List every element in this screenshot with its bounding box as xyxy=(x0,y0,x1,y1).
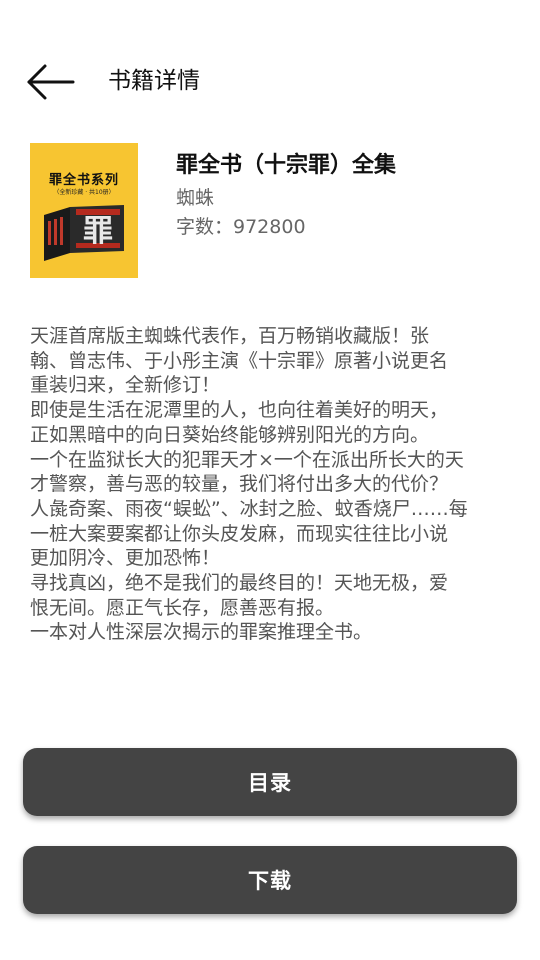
table-of-contents-button[interactable]: 目录 xyxy=(23,748,517,816)
description-line: 寻找真凶，绝不是我们的最终目的！天地无极，爱 xyxy=(30,572,449,595)
description-line: 一本对人性深层次揭示的罪案推理全书。 xyxy=(30,621,373,644)
description-line: 翰、曾志伟、于小彤主演《十宗罪》原著小说更名 xyxy=(30,349,449,372)
description-line: 天涯首席版主蜘蛛代表作，百万畅销收藏版！张 xyxy=(30,325,430,347)
book-detail-screen: 书籍详情 罪全书系列 （全新珍藏 · 共10册） 罪 罪全书（十宗罪）全集 蜘蛛… xyxy=(0,0,540,960)
page-title: 书籍详情 xyxy=(108,68,200,94)
description-line: 恨无间。愿正气长存，愿善恶有报。 xyxy=(30,596,335,619)
cover-series-title: 罪全书系列 xyxy=(48,173,119,188)
book-description: 天涯首席版主蜘蛛代表作，百万畅销收藏版！张 翰、曾志伟、于小彤主演《十宗罪》原著… xyxy=(30,324,508,645)
book-author: 蜘蛛 xyxy=(176,187,215,209)
back-button[interactable] xyxy=(18,58,82,106)
description-line: 正如黑暗中的向日葵始终能够辨别阳光的方向。 xyxy=(30,423,430,446)
app-header: 书籍详情 xyxy=(0,50,540,112)
description-line: 人彘奇案、雨夜“蜈蚣”、冰封之脸、蚊香烧尸……每 xyxy=(30,497,468,520)
description-line: 更加阴冷、更加恐怖！ xyxy=(30,547,221,570)
description-line: 一桩大案要案都让你头皮发麻，而现实往往比小说 xyxy=(30,522,449,545)
cover-big-char: 罪 xyxy=(83,214,113,249)
description-line: 一个在监狱长大的犯罪天才×一个在派出所长大的天 xyxy=(30,448,464,471)
cover-artwork: 罪 xyxy=(44,205,124,261)
download-button[interactable]: 下载 xyxy=(23,846,517,914)
book-word-count: 字数：972800 xyxy=(176,216,306,238)
description-line: 即使是生活在泥潭里的人，也向往着美好的明天， xyxy=(30,399,449,422)
description-line: 才警察，善与恶的较量，我们将付出多大的代价？ xyxy=(30,473,449,496)
arrow-left-icon xyxy=(27,64,75,100)
book-cover[interactable]: 罪全书系列 （全新珍藏 · 共10册） 罪 xyxy=(30,143,138,278)
description-line: 重装归来，全新修订！ xyxy=(30,374,221,397)
book-title: 罪全书（十宗罪）全集 xyxy=(176,153,397,178)
